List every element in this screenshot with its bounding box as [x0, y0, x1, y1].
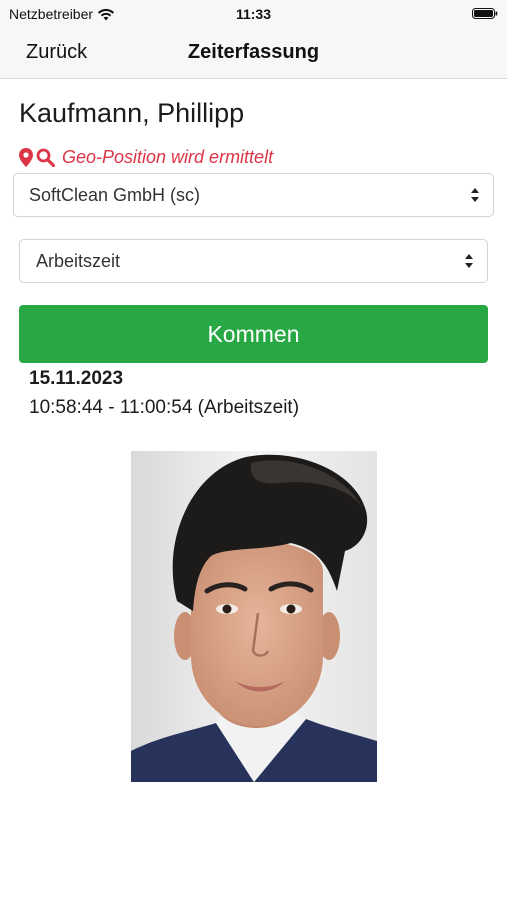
- select-arrows-icon: [465, 254, 473, 268]
- map-marker-icon: [19, 148, 33, 167]
- kommen-button[interactable]: Kommen: [19, 305, 488, 363]
- company-select-value: SoftClean GmbH (sc): [29, 184, 201, 205]
- employee-photo: [131, 451, 377, 782]
- entry-date: 15.11.2023: [29, 368, 124, 389]
- time-type-select[interactable]: Arbeitszeit: [19, 239, 488, 283]
- back-button[interactable]: Zurück: [26, 41, 87, 64]
- employee-name: Kaufmann, Phillipp: [19, 98, 245, 128]
- company-select[interactable]: SoftClean GmbH (sc): [13, 173, 494, 217]
- status-time: 11:33: [235, 6, 272, 22]
- geo-status-text: Geo-Position wird ermittelt: [62, 147, 274, 167]
- search-icon: [36, 148, 55, 167]
- select-arrows-icon: [471, 188, 479, 202]
- status-bar: Netzbetreiber 11:33: [0, 0, 507, 28]
- geo-status: Geo-Position wird ermittelt: [19, 147, 273, 168]
- time-entry: 10:58:44 - 11:00:54 (Arbeitszeit): [29, 397, 300, 418]
- battery-icon: [472, 8, 498, 19]
- time-type-select-value: Arbeitszeit: [36, 250, 121, 271]
- navigation-bar: Zurück Zeiterfassung: [0, 28, 507, 79]
- portrait-image: [131, 451, 377, 782]
